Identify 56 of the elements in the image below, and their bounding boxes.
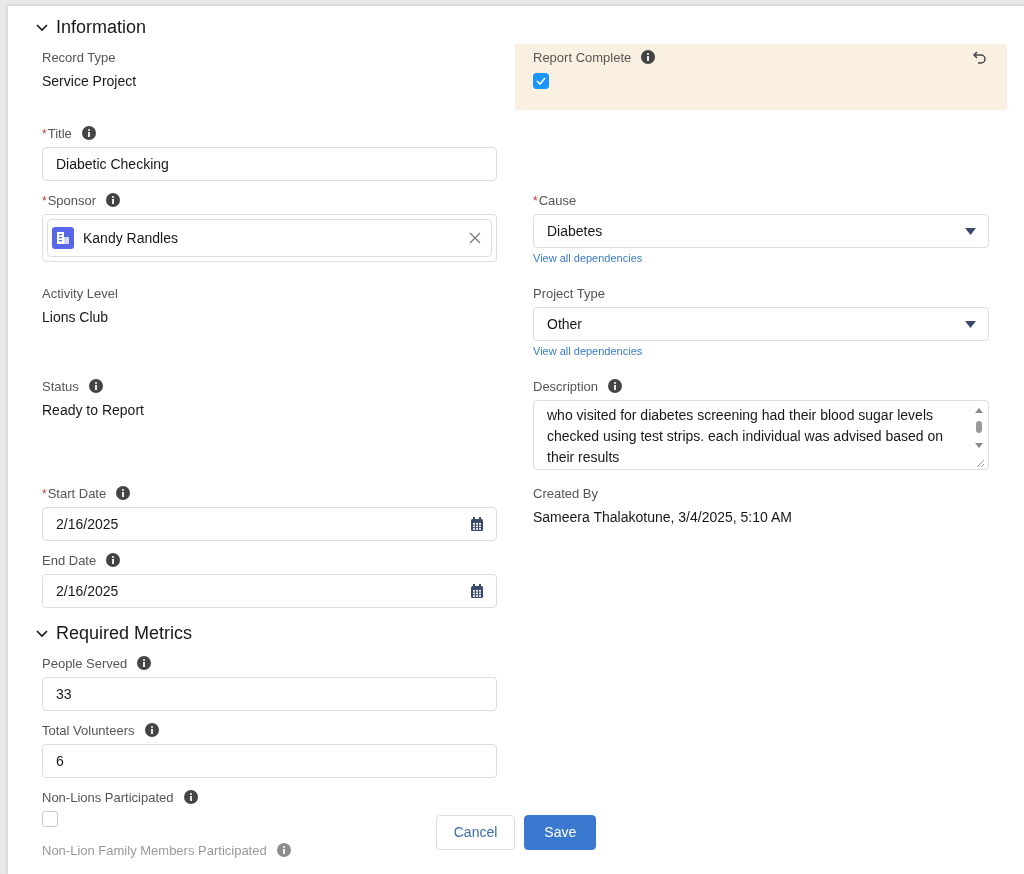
info-icon[interactable] — [641, 50, 656, 64]
info-icon[interactable] — [137, 656, 152, 670]
field-label: *Sponsor — [42, 192, 97, 208]
text-field[interactable]: Diabetic Checking — [42, 147, 497, 181]
field-label: Project Type — [533, 285, 606, 301]
cancel-button[interactable]: Cancel — [435, 814, 516, 850]
picklist-field[interactable]: Other — [533, 307, 989, 341]
close-icon[interactable] — [469, 232, 481, 244]
picklist-field[interactable]: Diabetes — [533, 214, 989, 248]
text-field[interactable]: 6 — [42, 744, 497, 778]
checkbox[interactable] — [42, 811, 58, 827]
info-icon[interactable] — [608, 379, 623, 393]
calendar-icon[interactable] — [470, 517, 484, 531]
field-label: *Title — [42, 125, 72, 141]
calendar-icon[interactable] — [470, 584, 484, 598]
field-label: Created By — [533, 485, 599, 501]
field-label: Report Complete — [533, 49, 632, 65]
info-icon[interactable] — [106, 193, 121, 207]
date-field[interactable]: 2/16/2025 — [42, 574, 497, 608]
field-label: Record Type — [42, 49, 116, 65]
dependencies-link[interactable]: View all dependencies — [533, 252, 643, 264]
save-button[interactable]: Save — [524, 814, 597, 850]
field-label: *Start Date — [42, 485, 107, 501]
field-label: End Date — [42, 552, 97, 568]
field-label: Non-Lions Participated — [42, 789, 174, 805]
field-label: Non-Lion Family Members Participated — [42, 842, 267, 858]
info-icon[interactable] — [106, 553, 121, 567]
dropdown-caret-icon[interactable] — [965, 320, 976, 328]
checkmark-icon — [536, 77, 546, 85]
description-textarea[interactable]: who visited for diabetes screening had their blood sugar levels checked using test strips. each individual was advised based on their results — [533, 400, 989, 470]
section-title[interactable]: Required Metrics — [56, 622, 193, 644]
info-icon[interactable] — [144, 723, 159, 737]
chevron-down-icon[interactable] — [36, 21, 48, 33]
building-icon — [52, 227, 74, 249]
chevron-down-icon[interactable] — [36, 627, 48, 639]
section-title[interactable]: Information — [56, 16, 147, 38]
field-value: Ready to Report — [42, 401, 145, 418]
date-field[interactable]: 2/16/2025 — [42, 507, 497, 541]
field-value: Service Project — [42, 72, 138, 89]
dependencies-link[interactable]: View all dependencies — [533, 345, 643, 357]
field-value: Sameera Thalakotune, 3/4/2025, 5:10 AM — [533, 508, 793, 525]
undo-icon[interactable] — [973, 50, 987, 64]
info-icon[interactable] — [81, 126, 96, 140]
field-label: Activity Level — [42, 285, 118, 301]
field-value: Lions Club — [42, 308, 110, 325]
info-icon[interactable] — [116, 486, 131, 500]
info-icon[interactable] — [88, 379, 103, 393]
info-icon[interactable] — [183, 790, 198, 804]
checkbox[interactable] — [533, 73, 549, 89]
dropdown-caret-icon[interactable] — [965, 227, 976, 235]
field-label: *Cause — [533, 192, 577, 208]
field-label: Status — [42, 378, 79, 394]
field-label: Total Volunteers — [42, 722, 135, 738]
text-field[interactable]: 33 — [42, 677, 497, 711]
field-label: Description — [533, 378, 599, 394]
field-label: People Served — [42, 655, 128, 671]
